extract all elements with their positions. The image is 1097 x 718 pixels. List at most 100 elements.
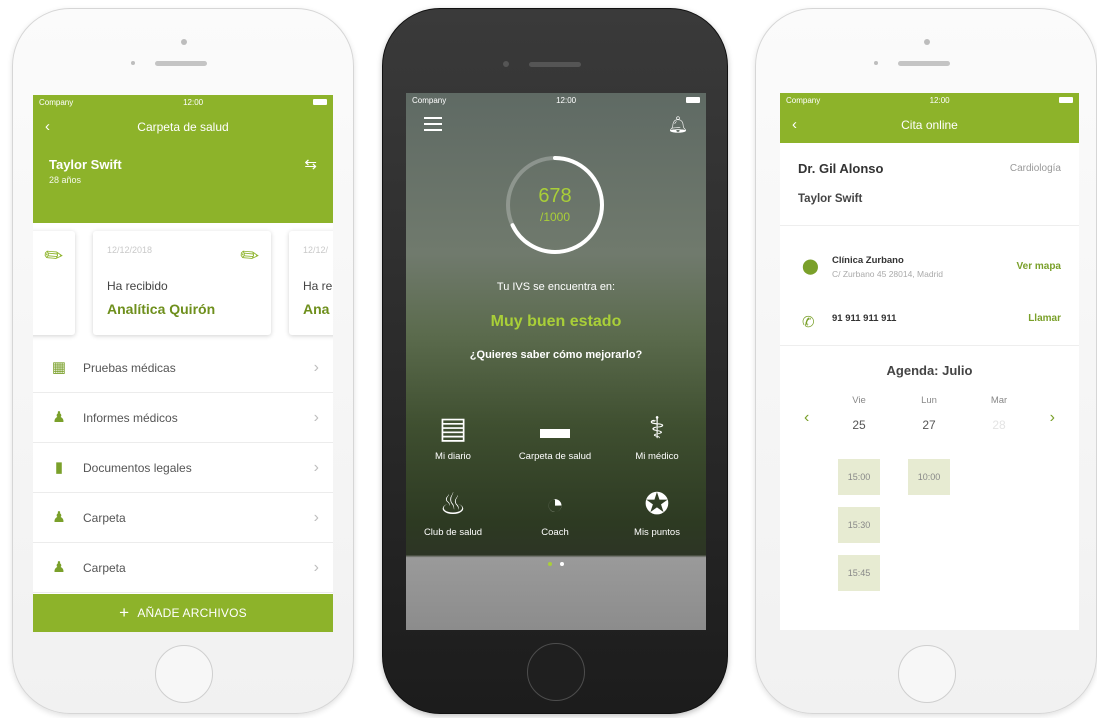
back-icon[interactable]: ‹ [792,116,797,133]
documents-list: ▦ Pruebas médicas › ♟ Informes médicos ›… [33,343,333,593]
battery-icon [686,97,700,103]
ivs-text: Tu IVS se encuentra en: [496,281,616,293]
battery-icon [313,99,327,105]
day-name: Vie [852,395,866,406]
list-item-informes[interactable]: ♟ Informes médicos › [33,393,333,443]
card-current[interactable]: 12/12/2018 ✎ Ha recibido Analítica Quiró… [93,231,271,335]
phone-health-folder: Company 12:00 ‹ Carpeta de salud Taylor … [12,8,354,714]
carrier: Company [39,97,74,107]
list-item-pruebas[interactable]: ▦ Pruebas médicas › [33,343,333,393]
back-icon[interactable]: ‹ [45,118,50,135]
syringe-icon: ✎ [234,240,265,272]
day-column: Mar 28 [975,395,1023,432]
nav-bar: ‹ Carpeta de salud [33,109,333,145]
front-camera [181,39,187,45]
home-button[interactable] [898,645,956,703]
carrier: Company [786,95,821,105]
list-item-label: Carpeta [83,560,126,575]
award-icon: ✪ [644,488,670,521]
tile-mi-medico[interactable]: ⚕ Mi médico [612,411,702,462]
tile-label: Mi médico [635,451,679,462]
list-item-label: Carpeta [83,510,126,525]
nav-bar: ‹ Cita online [780,107,1079,143]
list-item-carpeta-2[interactable]: ♟ Carpeta › [33,543,333,593]
home-button[interactable] [155,645,213,703]
sensor [131,61,135,65]
card-date: 12/12/2018 [107,245,153,255]
tile-mi-diario[interactable]: ▤ Mi diario [408,411,498,462]
page-dot-active [547,562,552,566]
tile-label: Mi diario [435,451,471,462]
tile-club-salud[interactable]: ♨ Club de salud [408,487,498,538]
profile-name: Taylor Swift [49,157,122,172]
tile-label: Mis puntos [634,527,680,538]
status-bar: Company 12:00 [33,95,333,109]
list-item-documentos[interactable]: ▮ Documentos legales › [33,443,333,493]
list-item-label: Documentos legales [83,460,192,475]
bell-icon[interactable]: 🔔︎ [668,115,688,135]
clinic-row: ⬤ Clínica Zurbano C/ Zurbano 45 28014, M… [798,255,1061,295]
specialty: Cardiología [1009,163,1061,174]
massage-icon: ♨ [439,488,467,521]
diary-icon: ▤ [438,412,468,445]
next-arrow-icon[interactable]: › [1050,409,1055,427]
day-date: 28 [992,418,1006,432]
front-camera [503,61,509,67]
improve-link[interactable]: ¿Quieres saber cómo mejorarlo? [406,349,706,361]
front-camera [924,39,930,45]
screen: Company 12:00 🔔︎ 678 /1000 Tu IVS se enc… [406,93,706,630]
view-map-link[interactable]: Ver mapa [1017,261,1061,272]
time-slot[interactable]: 15:30 [838,507,880,543]
score-total: /1000 [539,210,571,224]
list-item-label: Pruebas médicas [83,360,176,375]
screen: Company 12:00 ‹ Cita online Dr. Gil Alon… [780,93,1079,630]
divider [780,345,1079,346]
card-date: 12/12/ [303,245,329,255]
earpiece [155,61,207,66]
tile-label: Carpeta de salud [518,451,592,462]
tile-mis-puntos[interactable]: ✪ Mis puntos [612,487,702,538]
patient-name: Taylor Swift [798,193,863,205]
coach-folder-icon: ◔ [545,488,565,521]
day-name: Lun [921,395,937,406]
clock: 12:00 [556,95,577,105]
home-button[interactable] [527,643,585,701]
cards-carousel[interactable]: ✎ 12/12/2018 ✎ Ha recibido Analítica Qui… [33,189,333,335]
agenda-title: Agenda: Julio [886,363,973,378]
chevron-right-icon: › [313,508,319,526]
phone-icon: ✆ [802,314,815,331]
status-bar: Company 12:00 [406,93,706,107]
page-indicator[interactable] [406,553,706,571]
stethoscope-icon: ⚕ [648,412,666,445]
swap-icon[interactable]: ⇆ [304,155,317,173]
card-next[interactable]: 12/12/ Ha re Ana [289,231,333,335]
time-slot[interactable]: 10:00 [908,459,950,495]
time-slot[interactable]: 15:45 [838,555,880,591]
sensor [874,61,878,65]
score-value: 678 /1000 [503,185,607,224]
time-slot[interactable]: 15:00 [838,459,880,495]
page-title: Cita online [901,118,958,132]
day-column: Lun 27 [905,395,953,432]
list-item-carpeta[interactable]: ♟ Carpeta › [33,493,333,543]
call-link[interactable]: Llamar [1028,313,1061,324]
status-bar: Company 12:00 [780,93,1079,107]
card-title: Analítica Quirón [107,301,216,317]
doctor-name: Dr. Gil Alonso [798,161,884,176]
tile-coach[interactable]: ◔ Coach [510,487,600,538]
prev-arrow-icon[interactable]: ‹ [804,409,809,427]
card-previous[interactable]: ✎ [33,231,75,335]
tile-carpeta-salud[interactable]: ▬ Carpeta de salud [510,411,600,462]
chevron-right-icon: › [313,558,319,576]
folder-icon: ▦ [51,358,67,376]
day-date: 27 [922,418,936,432]
doctor-icon: ♟ [52,408,66,426]
location-pin-icon: ⬤ [802,258,819,275]
add-files-button[interactable]: + AÑADE ARCHIVOS [33,594,333,632]
carrier: Company [412,95,447,105]
menu-icon[interactable] [424,117,442,135]
phone-dashboard: Company 12:00 🔔︎ 678 /1000 Tu IVS se enc… [382,8,728,714]
card-title: Ana [303,301,330,317]
divider [780,225,1079,226]
phone-online-appointment: Company 12:00 ‹ Cita online Dr. Gil Alon… [755,8,1097,714]
